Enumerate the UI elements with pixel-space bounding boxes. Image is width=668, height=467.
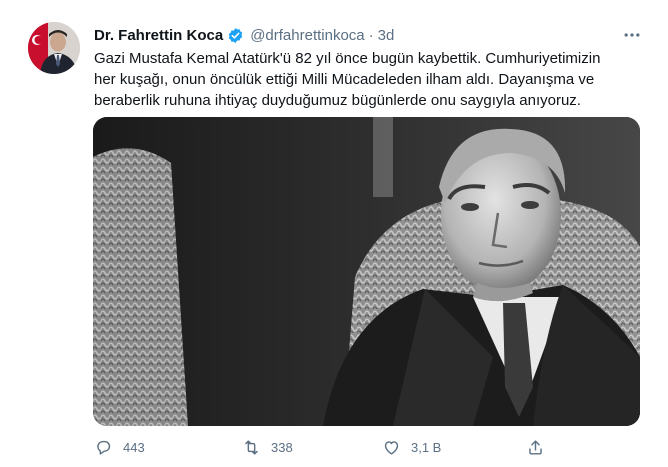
tweet-text-line: beraberlik ruhuna ihtiyaç duyduğumuz büg…: [94, 92, 581, 109]
reply-icon: [97, 440, 111, 455]
author-handle[interactable]: @drfahrettinkoca: [250, 27, 364, 44]
tweet-actions: 443 338 3,1 B: [90, 434, 560, 460]
tweet-photo[interactable]: [93, 117, 640, 426]
more-horizontal-icon: [624, 33, 640, 37]
like-count: 3,1 B: [411, 439, 442, 455]
heart-icon: [384, 440, 399, 455]
reply-button[interactable]: 443: [94, 434, 145, 460]
more-button[interactable]: [620, 24, 644, 46]
retweet-count: 338: [271, 439, 293, 455]
share-icon: [529, 439, 542, 455]
photo-image: [93, 117, 640, 426]
author-name[interactable]: Dr. Fahrettin Koca: [94, 27, 223, 44]
tweet-text-line: her kuşağı, onun öncülük ettiği Milli Mü…: [94, 71, 595, 88]
retweet-icon: [245, 439, 258, 455]
like-button[interactable]: 3,1 B: [382, 434, 441, 460]
avatar[interactable]: [28, 22, 80, 74]
share-button[interactable]: [526, 434, 555, 460]
verified-badge-icon: [227, 27, 244, 44]
profile-photo: [28, 22, 80, 74]
timestamp[interactable]: 3d: [378, 27, 395, 44]
tweet-text: Gazi Mustafa Kemal Atatürk'ü 82 yıl önce…: [94, 48, 642, 111]
retweet-button[interactable]: 338: [242, 434, 293, 460]
reply-count: 443: [123, 439, 145, 455]
tweet-header: Dr. Fahrettin Koca @drfahrettinkoca · 3d: [94, 24, 394, 46]
tweet-text-line: Gazi Mustafa Kemal Atatürk'ü 82 yıl önce…: [94, 50, 601, 67]
separator-dot: ·: [368, 26, 374, 44]
tweet[interactable]: Dr. Fahrettin Koca @drfahrettinkoca · 3d…: [0, 0, 668, 467]
